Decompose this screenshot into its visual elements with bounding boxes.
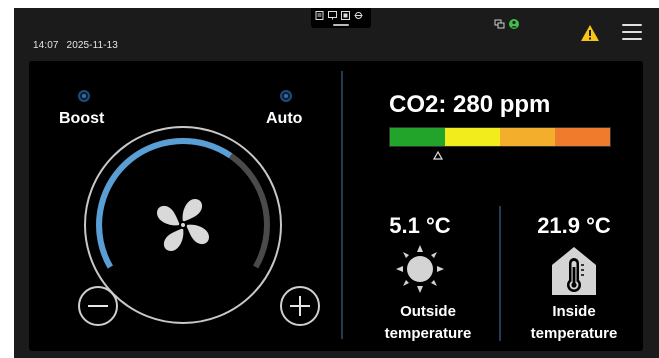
inside-temperature-value: 21.9 °C (537, 213, 611, 238)
co2-segment-good (390, 128, 445, 146)
hamburger-menu-icon[interactable] (622, 24, 642, 40)
outside-label-line2: temperature (384, 325, 472, 342)
time-label: 14:07 (33, 40, 59, 51)
tray-indicator (333, 24, 349, 26)
sun-icon (396, 245, 444, 293)
outside-label-line1: Outside (400, 303, 456, 320)
app-window: 14:07 2025-11-13 Boost Auto CO2: 280 ppm… (14, 8, 659, 358)
system-tray (311, 8, 371, 28)
increase-fan-button[interactable] (280, 286, 320, 326)
outside-temperature-label: Outside temperature (365, 301, 491, 345)
warning-icon[interactable] (580, 24, 600, 42)
co2-segment-moderate (500, 128, 555, 146)
co2-reading: CO2: 280 ppm (389, 91, 551, 118)
inside-temperature-label: Inside temperature (513, 301, 635, 345)
minus-icon (88, 305, 108, 307)
auto-indicator[interactable] (280, 90, 292, 102)
document-icon[interactable] (315, 11, 324, 20)
plus-icon-vertical (299, 296, 301, 316)
climate-panel: Boost Auto CO2: 280 ppm 5.1 °C Outside t… (29, 61, 643, 351)
co2-segment-fair (445, 128, 500, 146)
decrease-fan-button[interactable] (78, 286, 118, 326)
fan-level-arc (96, 138, 233, 269)
connection-status-icons (494, 19, 519, 29)
co2-scale (389, 127, 611, 147)
panel-divider (341, 71, 343, 339)
co2-marker-icon (433, 151, 444, 160)
inside-label-line2: temperature (530, 325, 618, 342)
clock: 14:07 2025-11-13 (33, 40, 118, 51)
fan-icon (157, 199, 209, 251)
top-bar: 14:07 2025-11-13 (14, 8, 659, 56)
boost-indicator[interactable] (78, 90, 90, 102)
dial-track (96, 138, 270, 269)
co2-segment-poor (555, 128, 610, 146)
house-thermometer-icon (552, 247, 596, 295)
inside-label-line1: Inside (552, 303, 596, 320)
display-icon[interactable] (328, 11, 337, 20)
date-label: 2025-11-13 (66, 40, 118, 51)
outside-temperature-value: 5.1 °C (389, 213, 451, 238)
window-icon[interactable] (341, 11, 350, 20)
network-icon[interactable] (354, 11, 363, 20)
temperature-divider (499, 206, 501, 341)
